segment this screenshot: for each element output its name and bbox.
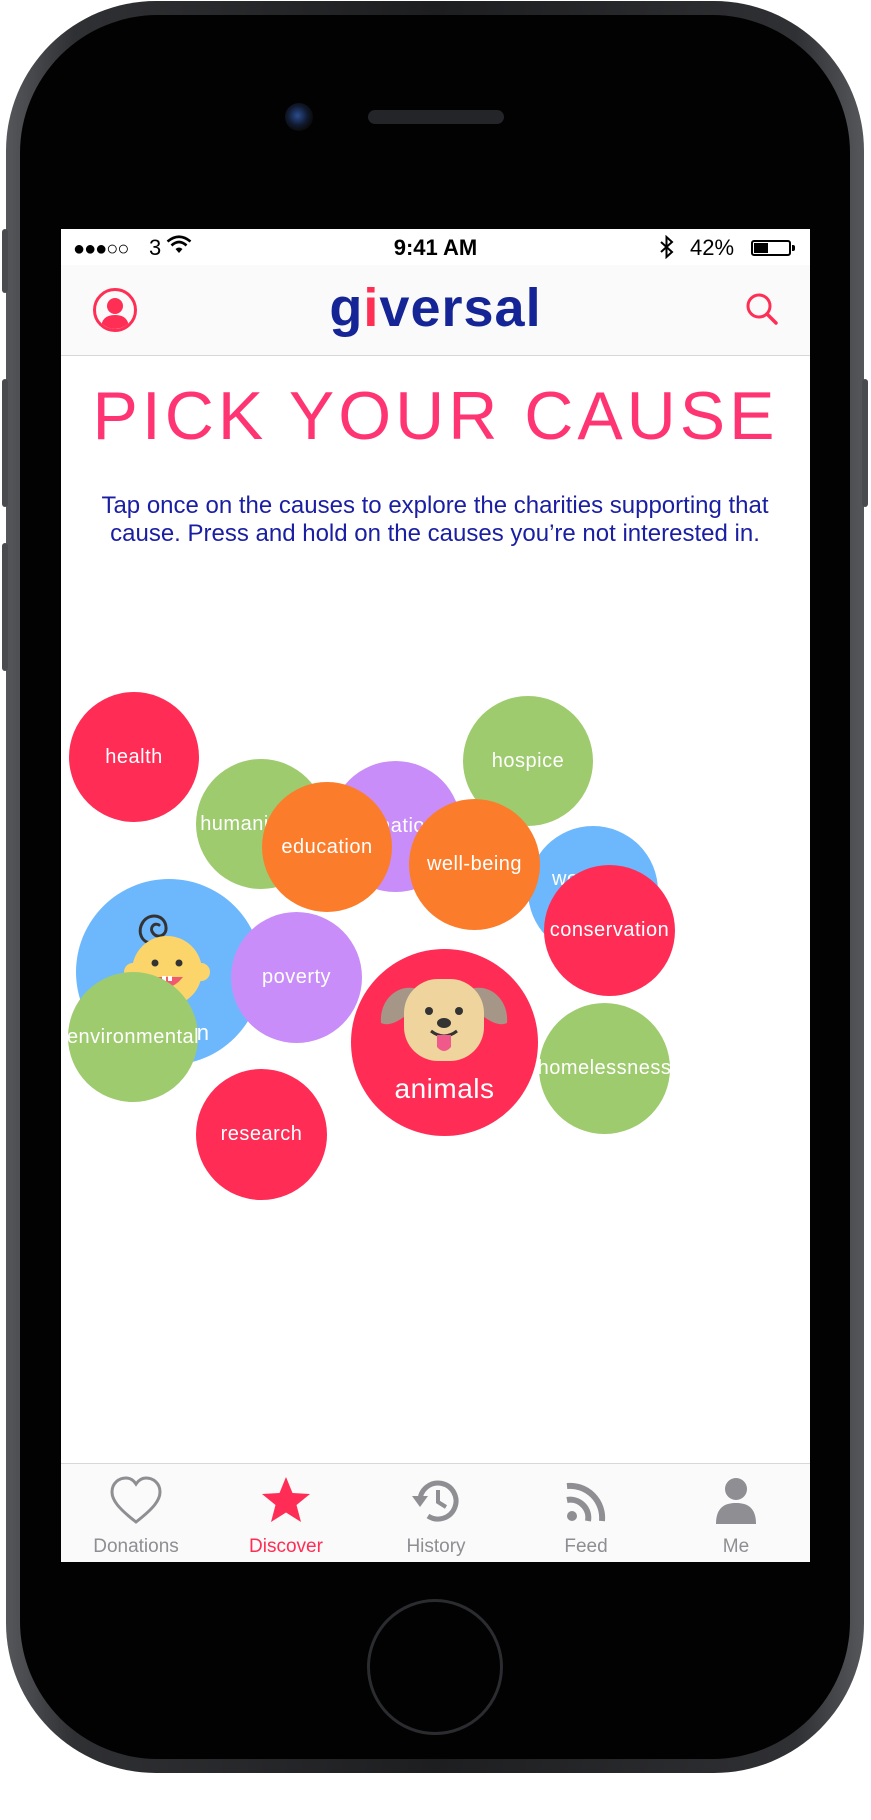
history-icon <box>412 1480 459 1522</box>
battery-percent: 42% <box>690 235 735 260</box>
tab-me[interactable]: Me <box>661 1464 810 1562</box>
volume-up-button <box>2 379 8 507</box>
cause-homelessness[interactable]: homelessness <box>538 1003 671 1134</box>
page-title: PICK YOUR CAUSE <box>92 378 779 454</box>
front-camera <box>285 103 313 131</box>
tab-donations[interactable]: Donations <box>61 1464 211 1562</box>
star-icon <box>262 1477 310 1522</box>
power-button <box>862 379 868 507</box>
mute-switch <box>2 229 8 293</box>
cause-conservation[interactable]: conservation <box>544 865 675 996</box>
heart-icon <box>110 1476 162 1524</box>
bluetooth-icon <box>659 234 675 265</box>
earpiece-speaker <box>368 110 504 124</box>
home-button[interactable] <box>367 1599 503 1735</box>
tab-history[interactable]: History <box>361 1464 511 1562</box>
cause-education[interactable]: education <box>262 782 392 912</box>
search-button[interactable] <box>742 290 782 330</box>
dog-face-icon <box>380 979 508 1061</box>
cause-animals-label: animals <box>394 1073 495 1104</box>
search-icon <box>746 293 778 325</box>
cause-environmental[interactable]: environmental <box>67 972 199 1102</box>
app-screen: ●●●○○ 3 9:41 AM 42% giversal PICK YOUR C… <box>61 229 810 1562</box>
giversal-logo: giversal <box>329 278 542 338</box>
cause-health[interactable]: health <box>69 692 199 822</box>
tab-bar: Donations Discover History Feed Me <box>61 1463 810 1562</box>
cause-well-being[interactable]: well-being <box>409 799 540 930</box>
person-icon <box>716 1478 756 1524</box>
status-bar: ●●●○○ 3 9:41 AM 42% <box>61 229 810 265</box>
battery-icon <box>751 240 795 256</box>
volume-down-button <box>2 543 8 671</box>
tab-discover[interactable]: Discover <box>211 1464 361 1562</box>
cause-animals[interactable]: animals <box>351 949 538 1136</box>
page-subtitle: Tap once on the causes to explore the ch… <box>101 492 769 547</box>
rss-icon <box>566 1482 606 1522</box>
cause-poverty[interactable]: poverty <box>231 912 362 1043</box>
tab-feed[interactable]: Feed <box>511 1464 661 1562</box>
cause-research[interactable]: research <box>196 1069 327 1200</box>
nav-bar: giversal <box>61 265 810 356</box>
